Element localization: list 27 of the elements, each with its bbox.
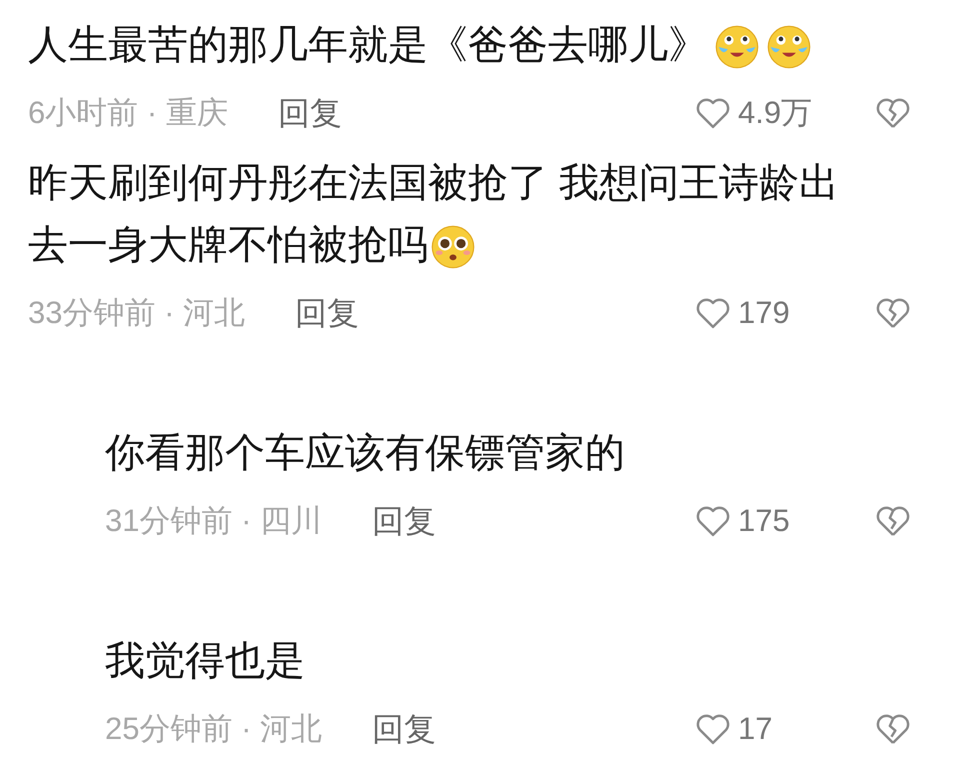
broken-heart-icon[interactable] [874, 504, 912, 538]
comment-time-location: 6小时前 · 重庆 [28, 94, 228, 132]
comment-time-location: 31分钟前 · 四川 [105, 502, 322, 540]
comment-text: 昨天刷到何丹彤在法国被抢了 我想问王诗龄出去一身大牌不怕被抢吗 [28, 152, 878, 276]
broken-heart-icon[interactable] [874, 96, 912, 130]
like-count: 17 [738, 710, 772, 748]
comment-text: 人生最苦的那几年就是《爸爸去哪儿》 [28, 14, 878, 76]
reply-button[interactable]: 回复 [295, 289, 360, 337]
reply-button[interactable]: 回复 [372, 497, 436, 545]
heart-icon[interactable] [694, 712, 732, 746]
pleading-face-emoji-icon [430, 224, 476, 270]
broken-heart-icon[interactable] [874, 296, 912, 330]
heart-icon[interactable] [694, 504, 732, 538]
like-count: 4.9万 [738, 94, 812, 132]
reply-button[interactable]: 回复 [278, 89, 342, 137]
laughing-tears-emoji-icon [714, 24, 760, 70]
reply-button[interactable]: 回复 [372, 705, 436, 753]
comment-time-location: 25分钟前 · 河北 [105, 710, 322, 748]
laughing-tears-emoji-icon [766, 24, 812, 70]
like-count: 175 [738, 502, 790, 540]
comment-time-location: 33分钟前 · 河北 [28, 294, 246, 332]
comment-text: 你看那个车应该有保镖管家的 [105, 430, 626, 477]
like-count: 179 [738, 294, 790, 332]
heart-icon[interactable] [694, 296, 732, 330]
comment-text: 我觉得也是 [105, 638, 306, 685]
heart-icon[interactable] [694, 96, 732, 130]
broken-heart-icon[interactable] [874, 712, 912, 746]
